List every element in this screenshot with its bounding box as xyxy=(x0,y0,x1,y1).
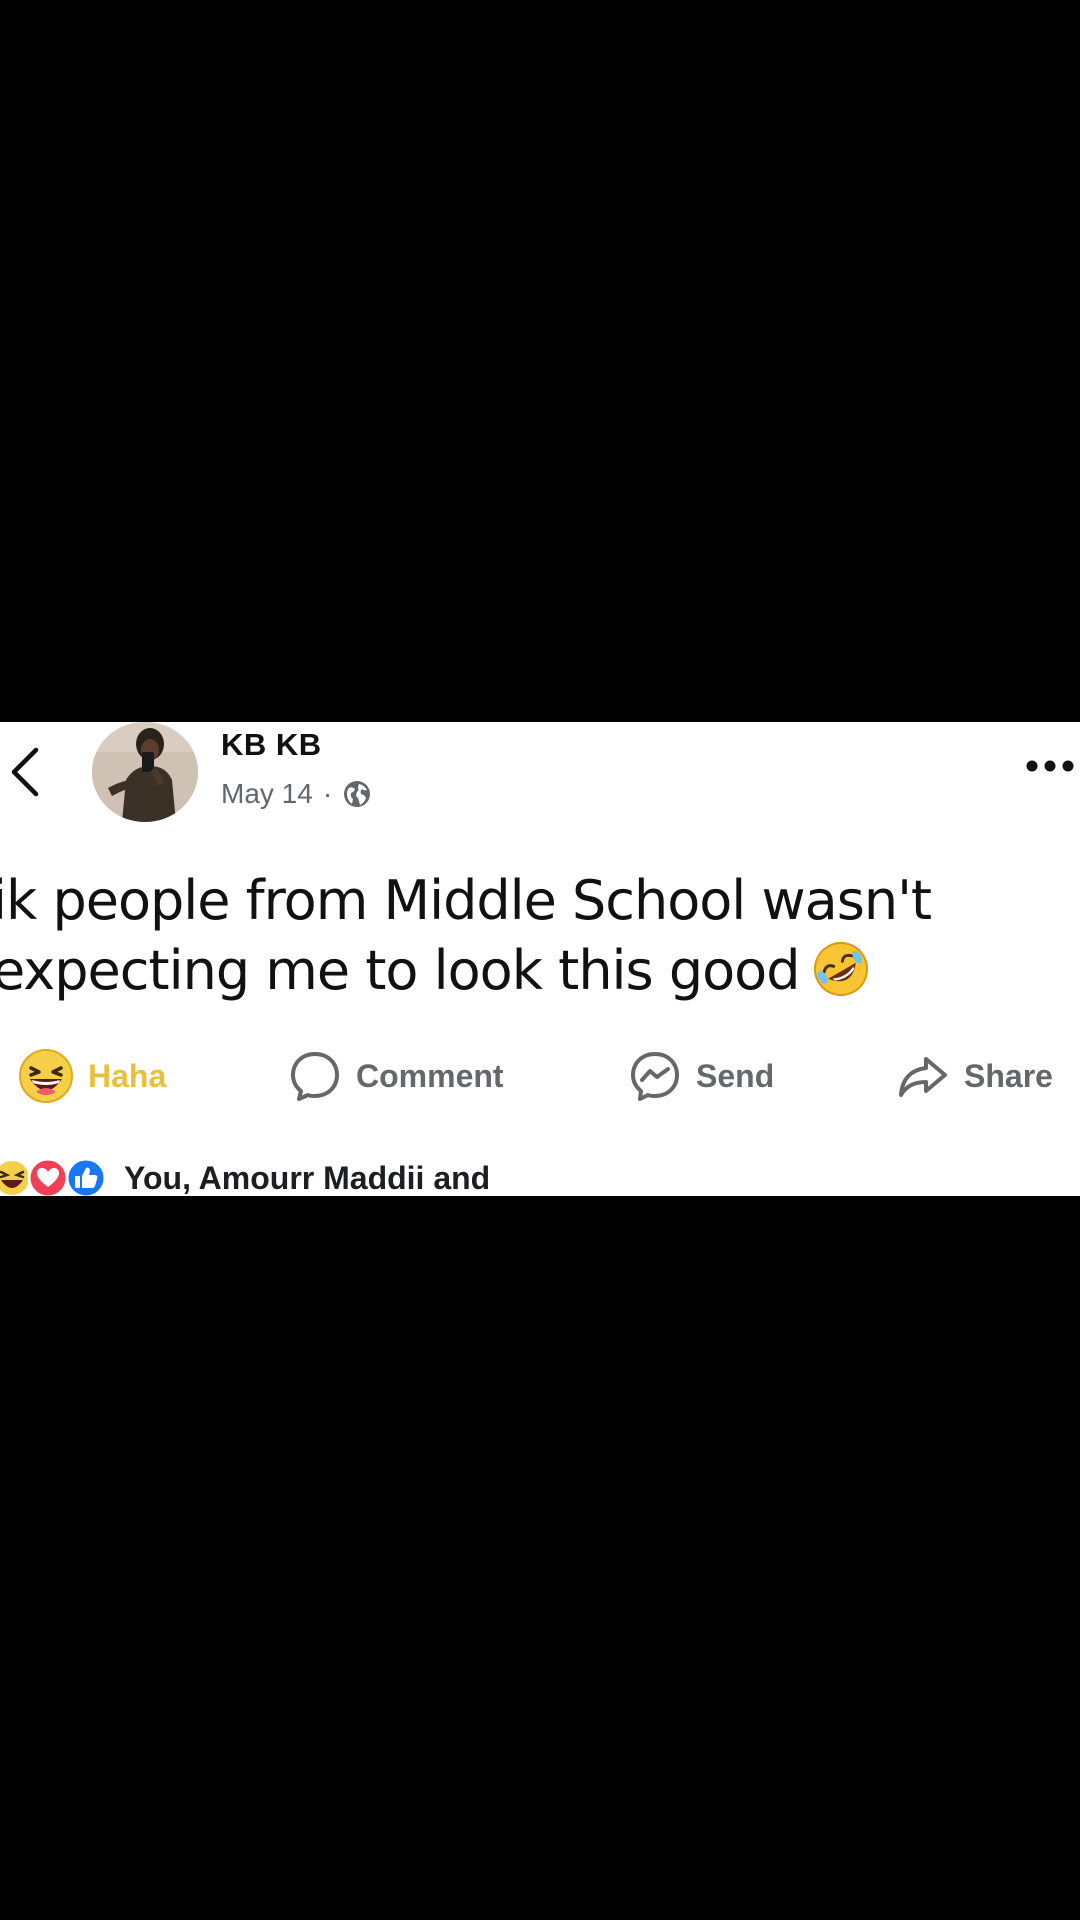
messenger-icon xyxy=(631,1052,679,1101)
meta-separator: · xyxy=(322,778,333,809)
share-arrow-icon xyxy=(899,1057,947,1097)
post-text: ik people from Middle School wasn't expe… xyxy=(0,866,1080,1006)
top-black-area xyxy=(0,0,1080,722)
more-dots-icon xyxy=(1026,760,1074,772)
avatar-photo xyxy=(92,722,198,822)
post-action-bar: Haha Comment Send Share xyxy=(0,1042,1080,1110)
back-button[interactable] xyxy=(6,744,46,800)
bottom-black-area xyxy=(0,1196,1080,1920)
comment-button[interactable]: Comment xyxy=(288,1042,504,1110)
post-meta: May 14 · xyxy=(221,776,372,812)
post-text-content: ik people from Middle School wasn't expe… xyxy=(0,869,932,1002)
comment-bubble-icon xyxy=(291,1052,339,1101)
more-options-button[interactable] xyxy=(1024,752,1080,780)
haha-reaction-button[interactable]: Haha xyxy=(18,1042,166,1110)
author-name[interactable]: KB KB xyxy=(221,727,322,763)
send-label: Send xyxy=(696,1057,775,1094)
avatar[interactable] xyxy=(92,722,198,822)
haha-label: Haha xyxy=(88,1057,167,1094)
post-date[interactable]: May 14 xyxy=(221,778,313,810)
share-button[interactable]: Share xyxy=(896,1042,1053,1110)
globe-icon xyxy=(344,781,371,807)
reactions-summary-text: You, Amourr Maddii and xyxy=(124,1159,491,1196)
comment-label: Comment xyxy=(356,1057,504,1094)
haha-icon xyxy=(19,1049,73,1103)
reaction-icons xyxy=(0,1156,107,1200)
send-button[interactable]: Send xyxy=(628,1042,774,1110)
reactions-summary[interactable]: You, Amourr Maddii and xyxy=(0,1156,491,1200)
share-label: Share xyxy=(964,1057,1053,1094)
like-icon xyxy=(65,1157,107,1199)
rolling-on-floor-laughing-icon xyxy=(814,942,869,996)
chevron-left-icon xyxy=(11,747,39,797)
